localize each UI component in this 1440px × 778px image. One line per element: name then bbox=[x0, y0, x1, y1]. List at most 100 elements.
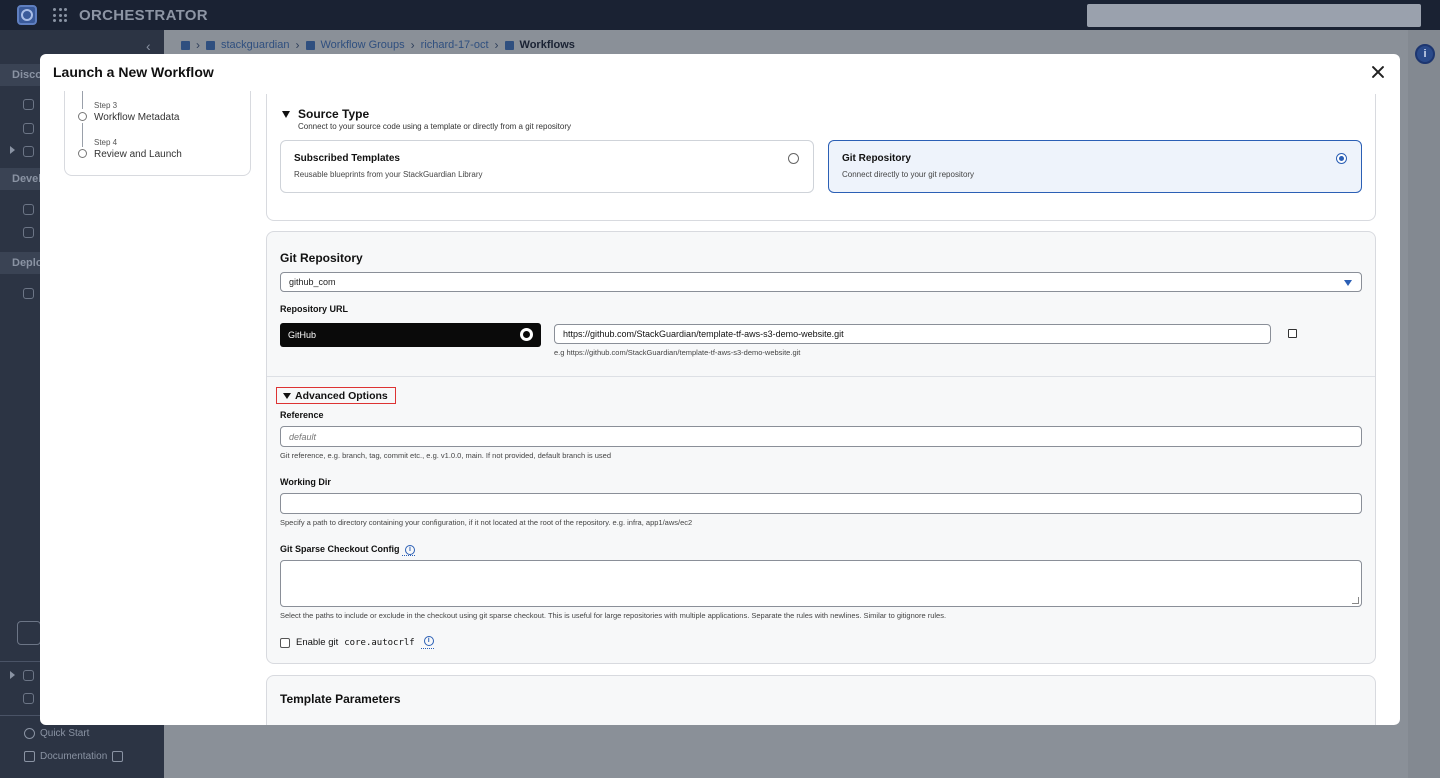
breadcrumb-group[interactable]: richard-17-oct bbox=[421, 39, 489, 51]
sidebar-section-deploy: Deplo bbox=[0, 252, 43, 274]
breadcrumb-org[interactable]: stackguardian bbox=[221, 39, 290, 51]
template-parameters-heading: Template Parameters bbox=[280, 692, 401, 706]
step-name: Workflow Metadata bbox=[94, 112, 180, 123]
advanced-options-toggle[interactable]: Advanced Options bbox=[276, 387, 396, 404]
step-name: Review and Launch bbox=[94, 149, 182, 160]
brand-name: ORCHESTRATOR bbox=[79, 6, 208, 24]
quick-start-label: Quick Start bbox=[40, 728, 90, 739]
breadcrumb-current: Workflows bbox=[519, 39, 575, 51]
gear-icon[interactable] bbox=[23, 693, 34, 704]
breadcrumb-separator: › bbox=[410, 38, 415, 52]
radio-subscribed-templates[interactable] bbox=[788, 153, 799, 164]
app-logo-icon[interactable] bbox=[17, 5, 37, 25]
source-type-panel: Source Type Connect to your source code … bbox=[266, 94, 1376, 221]
source-type-heading: Source Type bbox=[298, 107, 370, 121]
sidebar-section-discover: Disco bbox=[0, 64, 42, 86]
integration-selected-value: github_com bbox=[289, 277, 336, 287]
collapse-sidebar-chevron-icon[interactable]: ‹ bbox=[146, 38, 151, 54]
command-icon[interactable] bbox=[23, 670, 34, 681]
top-bar: ORCHESTRATOR bbox=[0, 0, 1440, 30]
close-icon[interactable] bbox=[1369, 63, 1387, 81]
working-dir-hint: Specify a path to directory containing y… bbox=[280, 518, 693, 527]
step-circle-icon bbox=[78, 149, 87, 158]
autocrlf-label: Enable git bbox=[296, 637, 339, 648]
info-icon[interactable]: i bbox=[1415, 44, 1435, 64]
option-title: Git Repository bbox=[842, 153, 911, 164]
sparse-checkout-label-text: Git Sparse Checkout Config bbox=[280, 544, 400, 554]
expand-caret-icon[interactable] bbox=[10, 671, 15, 679]
git-repository-heading: Git Repository bbox=[280, 251, 363, 265]
app-grid-icon[interactable] bbox=[53, 8, 67, 22]
breadcrumb: › stackguardian › Workflow Groups › rich… bbox=[181, 38, 575, 52]
autocrlf-info-tooltip[interactable]: i bbox=[420, 636, 434, 649]
option-git-repository[interactable]: Git Repository Connect directly to your … bbox=[828, 140, 1362, 193]
reference-label: Reference bbox=[280, 410, 324, 420]
expand-caret-icon[interactable] bbox=[10, 146, 15, 154]
breadcrumb-separator: › bbox=[494, 38, 499, 52]
sidebar-action-button[interactable] bbox=[17, 621, 41, 645]
org-icon bbox=[206, 40, 215, 50]
book-icon bbox=[24, 751, 35, 762]
workflow-icon bbox=[504, 40, 514, 50]
collapse-triangle-icon bbox=[282, 110, 290, 118]
repository-url-input[interactable]: https://github.com/StackGuardian/templat… bbox=[554, 324, 1271, 344]
stepper: Step 3 Workflow Metadata Step 4 Review a… bbox=[64, 91, 251, 176]
sidebar-icon[interactable] bbox=[23, 146, 34, 157]
radio-git-repository[interactable] bbox=[1336, 153, 1347, 164]
clock-icon bbox=[24, 728, 35, 739]
source-type-subtitle: Connect to your source code using a temp… bbox=[298, 122, 572, 131]
documentation-label: Documentation bbox=[40, 751, 108, 762]
source-type-toggle[interactable]: Source Type bbox=[282, 107, 369, 121]
autocrlf-row: Enable git core.autocrlf i bbox=[280, 636, 434, 649]
rocket-icon bbox=[181, 40, 190, 50]
global-search-input[interactable] bbox=[1087, 4, 1421, 27]
breadcrumb-separator: › bbox=[295, 38, 300, 52]
collapse-triangle-icon bbox=[283, 392, 291, 399]
right-rail bbox=[1408, 30, 1440, 778]
advanced-options-label: Advanced Options bbox=[295, 389, 388, 402]
sparse-info-tooltip[interactable]: i bbox=[402, 544, 416, 556]
info-icon: i bbox=[405, 544, 416, 555]
breadcrumb-separator: › bbox=[196, 38, 200, 52]
reference-hint: Git reference, e.g. branch, tag, commit … bbox=[280, 451, 612, 460]
sidebar-section-develop: Devel bbox=[0, 168, 41, 190]
quick-start-link[interactable]: Quick Start bbox=[24, 728, 89, 739]
info-icon: i bbox=[423, 636, 434, 647]
folder-icon bbox=[305, 40, 315, 50]
option-description: Reusable blueprints from your StackGuard… bbox=[294, 170, 483, 179]
stepper-line bbox=[82, 123, 83, 147]
git-repository-panel: Git Repository github_com Repository URL… bbox=[266, 231, 1376, 664]
modal-title: Launch a New Workflow bbox=[53, 64, 214, 80]
step-circle-icon bbox=[78, 112, 87, 121]
working-dir-label: Working Dir bbox=[280, 477, 331, 487]
option-subscribed-templates[interactable]: Subscribed Templates Reusable blueprints… bbox=[280, 140, 814, 193]
external-link-icon bbox=[112, 751, 124, 762]
sidebar-icon[interactable] bbox=[23, 99, 34, 110]
option-title: Subscribed Templates bbox=[294, 153, 400, 164]
sparse-checkout-textarea[interactable] bbox=[280, 560, 1362, 607]
autocrlf-checkbox[interactable] bbox=[280, 637, 290, 648]
provider-label: GitHub bbox=[288, 330, 317, 340]
documentation-link[interactable]: Documentation bbox=[24, 751, 124, 762]
sidebar-icon[interactable] bbox=[23, 288, 34, 299]
breadcrumb-workflow-groups[interactable]: Workflow Groups bbox=[321, 39, 405, 51]
sidebar-icon[interactable] bbox=[23, 204, 34, 215]
launch-workflow-modal: Launch a New Workflow Step 3 Workflow Me… bbox=[40, 54, 1400, 725]
provider-select[interactable]: GitHub bbox=[280, 323, 541, 347]
working-dir-input[interactable] bbox=[280, 493, 1362, 514]
reference-input[interactable]: default bbox=[280, 426, 1362, 447]
github-icon bbox=[520, 328, 533, 341]
stepper-line bbox=[82, 91, 83, 109]
integration-select[interactable]: github_com bbox=[280, 272, 1362, 292]
copy-icon[interactable] bbox=[1285, 329, 1297, 341]
step-number: Step 4 bbox=[94, 138, 118, 147]
sidebar-icon[interactable] bbox=[23, 123, 34, 134]
repository-url-hint: e.g https://github.com/StackGuardian/tem… bbox=[554, 348, 801, 357]
repository-url-label: Repository URL bbox=[280, 304, 349, 314]
step-number: Step 3 bbox=[94, 101, 118, 110]
sidebar-icon[interactable] bbox=[23, 227, 34, 238]
sparse-checkout-hint: Select the paths to include or exclude i… bbox=[280, 611, 947, 620]
dropdown-arrow-icon bbox=[1344, 280, 1352, 286]
template-parameters-panel: Template Parameters bbox=[266, 675, 1376, 725]
sparse-checkout-label: Git Sparse Checkout Config i bbox=[280, 544, 416, 556]
